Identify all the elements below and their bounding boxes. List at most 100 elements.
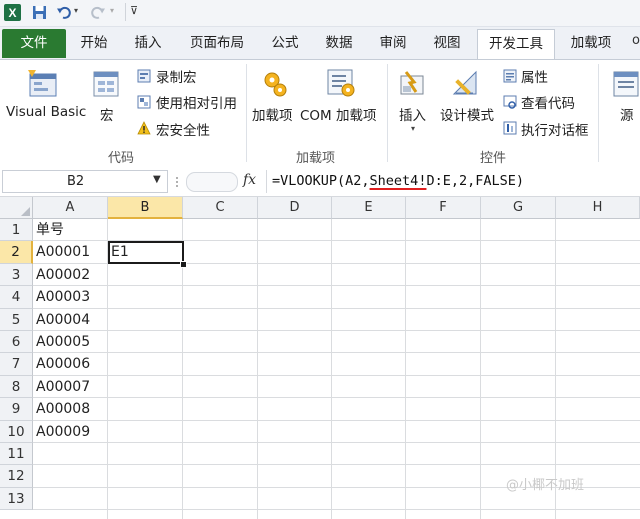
view-code-button[interactable]: 查看代码 xyxy=(521,92,575,112)
column-header-h[interactable]: H xyxy=(556,197,640,219)
spreadsheet-grid: ABCDEFGH 1 2 3 4 5 6 7 8 9 10 11 12 13 单号 A00001 A0000… xyxy=(0,197,640,519)
undo-dropdown-icon[interactable]: ▾ xyxy=(74,6,78,15)
row-header-8[interactable]: 8 xyxy=(0,375,33,399)
insert-controls-icon[interactable] xyxy=(398,68,428,98)
formula-bar: B2 ▼ fx =VLOOKUP(A2,Sheet4!D:E,2,FALSE) xyxy=(0,168,640,197)
insert-controls-button[interactable]: 插入 xyxy=(399,104,426,124)
row-gridline xyxy=(33,397,640,399)
row-header-6[interactable]: 6 xyxy=(0,331,33,354)
run-dialog-icon xyxy=(503,121,517,135)
cell-a8[interactable]: A00007 xyxy=(33,376,108,398)
row-gridline xyxy=(33,352,640,354)
controls-group-label: 控件 xyxy=(480,151,507,166)
com-addins-button[interactable]: COM 加载项 xyxy=(300,104,377,124)
visual-basic-button[interactable]: Visual Basic xyxy=(6,104,86,120)
row-header-7[interactable]: 7 xyxy=(0,353,33,376)
column-header-a[interactable]: A xyxy=(33,197,108,219)
row-gridline xyxy=(33,464,640,466)
fx-icon[interactable]: fx xyxy=(243,172,256,188)
cell-a10[interactable]: A00009 xyxy=(33,421,108,443)
row-header-2[interactable]: 2 xyxy=(0,241,33,264)
formula-text-start: =VLOOKUP(A2, xyxy=(272,173,370,189)
row-header-11[interactable]: 11 xyxy=(0,443,33,466)
tab-data[interactable]: 数据 xyxy=(315,29,363,58)
resize-handle-icon[interactable] xyxy=(172,172,182,192)
addins-gear-icon[interactable] xyxy=(262,70,288,98)
fill-handle[interactable] xyxy=(180,261,187,268)
column-gridline xyxy=(257,219,258,519)
ribbon-tabs: 文件 开始 插入 页面布局 公式 数据 审阅 视图 开发工具 加载项 o xyxy=(0,27,640,60)
row-header-12[interactable]: 12 xyxy=(0,465,33,488)
save-icon[interactable] xyxy=(32,4,47,21)
relative-reference-button[interactable]: 使用相对引用 xyxy=(156,92,237,112)
macros-icon[interactable] xyxy=(92,70,120,98)
cell-a7[interactable]: A00006 xyxy=(33,353,108,375)
properties-button[interactable]: 属性 xyxy=(521,66,548,86)
select-all-corner[interactable] xyxy=(0,197,33,219)
macros-button[interactable]: 宏 xyxy=(100,104,114,124)
row-gridline xyxy=(33,419,640,421)
row-header-4[interactable]: 4 xyxy=(0,286,33,309)
macro-security-button[interactable]: 宏安全性 xyxy=(156,119,210,139)
name-box[interactable]: B2 ▼ xyxy=(2,170,168,193)
group-divider xyxy=(246,64,247,162)
cell-a5[interactable]: A00004 xyxy=(33,309,108,331)
row-gridline xyxy=(33,307,640,309)
column-header-f[interactable]: F xyxy=(406,197,481,219)
record-macro-icon xyxy=(137,69,151,83)
tab-page-layout[interactable]: 页面布局 xyxy=(180,29,254,58)
tab-home[interactable]: 开始 xyxy=(70,29,118,58)
tab-addins[interactable]: 加载项 xyxy=(560,29,622,58)
column-header-g[interactable]: G xyxy=(481,197,556,219)
group-divider xyxy=(387,64,388,162)
cell-a4[interactable]: A00003 xyxy=(33,286,108,308)
svg-text:X: X xyxy=(8,6,16,20)
column-header-d[interactable]: D xyxy=(258,197,332,219)
tab-view[interactable]: 视图 xyxy=(423,29,471,58)
cell-a6[interactable]: A00005 xyxy=(33,331,108,353)
tab-review[interactable]: 审阅 xyxy=(369,29,417,58)
watermark: @小椰不加班 xyxy=(506,478,585,493)
source-icon[interactable] xyxy=(612,70,640,98)
source-button[interactable]: 源 xyxy=(620,104,634,124)
com-addins-icon[interactable] xyxy=(326,68,356,98)
column-header-b[interactable]: B xyxy=(108,197,183,219)
tab-developer[interactable]: 开发工具 xyxy=(477,29,555,60)
redo-icon[interactable] xyxy=(90,4,106,21)
run-dialog-button[interactable]: 执行对话框 xyxy=(521,119,589,139)
tab-formulas[interactable]: 公式 xyxy=(262,29,308,58)
customize-qat-icon[interactable]: ⊽ xyxy=(130,4,138,17)
row-header-3[interactable]: 3 xyxy=(0,263,33,287)
visual-basic-icon[interactable] xyxy=(26,68,58,98)
design-mode-icon[interactable] xyxy=(451,69,481,97)
chevron-down-icon[interactable]: ▼ xyxy=(153,174,161,185)
chevron-down-icon[interactable]: ▾ xyxy=(411,124,415,133)
column-header-c[interactable]: C xyxy=(183,197,258,219)
record-macro-button[interactable]: 录制宏 xyxy=(156,66,197,86)
cell-a9[interactable]: A00008 xyxy=(33,398,108,420)
tab-insert[interactable]: 插入 xyxy=(124,29,172,58)
row-header-9[interactable]: 9 xyxy=(0,398,33,421)
qat-divider xyxy=(125,3,126,21)
column-header-e[interactable]: E xyxy=(332,197,406,219)
redo-dropdown-icon[interactable]: ▾ xyxy=(110,6,114,15)
cell-a3[interactable]: A00002 xyxy=(33,264,108,286)
design-mode-button[interactable]: 设计模式 xyxy=(440,104,494,124)
formula-text-end: D:E,2,FALSE) xyxy=(426,173,524,189)
row-gridline xyxy=(33,442,640,443)
tab-file[interactable]: 文件 xyxy=(2,29,66,58)
cell-a2[interactable]: A00001 xyxy=(33,241,108,263)
code-group-label: 代码 xyxy=(108,151,135,166)
properties-icon xyxy=(503,69,517,83)
undo-icon[interactable] xyxy=(56,4,72,21)
formula-divider xyxy=(266,170,267,193)
row-header-10[interactable]: 10 xyxy=(0,420,33,443)
formula-input[interactable]: =VLOOKUP(A2,Sheet4!D:E,2,FALSE) xyxy=(272,173,524,189)
addins-group-label: 加载项 xyxy=(296,151,336,166)
cell-a1[interactable]: 单号 xyxy=(33,219,108,241)
excel-logo-icon: X xyxy=(4,4,21,21)
row-header-1[interactable]: 1 xyxy=(0,219,33,242)
row-header-5[interactable]: 5 xyxy=(0,308,33,331)
column-gridline xyxy=(405,219,406,519)
addins-button[interactable]: 加载项 xyxy=(252,104,293,124)
